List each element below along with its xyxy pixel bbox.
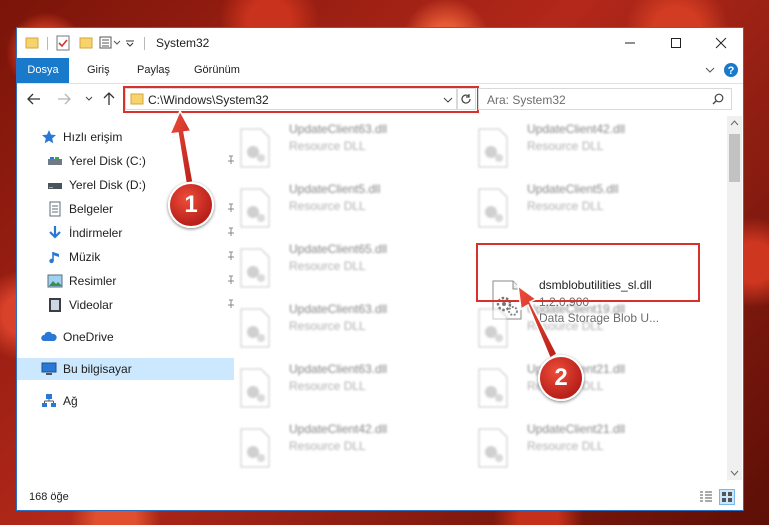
- arrow-to-address-bar: [168, 109, 194, 184]
- arrow-to-file: [517, 284, 558, 360]
- callout-two: 2: [538, 355, 584, 401]
- callout-arrows: [168, 109, 558, 360]
- callout-one: 1: [168, 182, 214, 228]
